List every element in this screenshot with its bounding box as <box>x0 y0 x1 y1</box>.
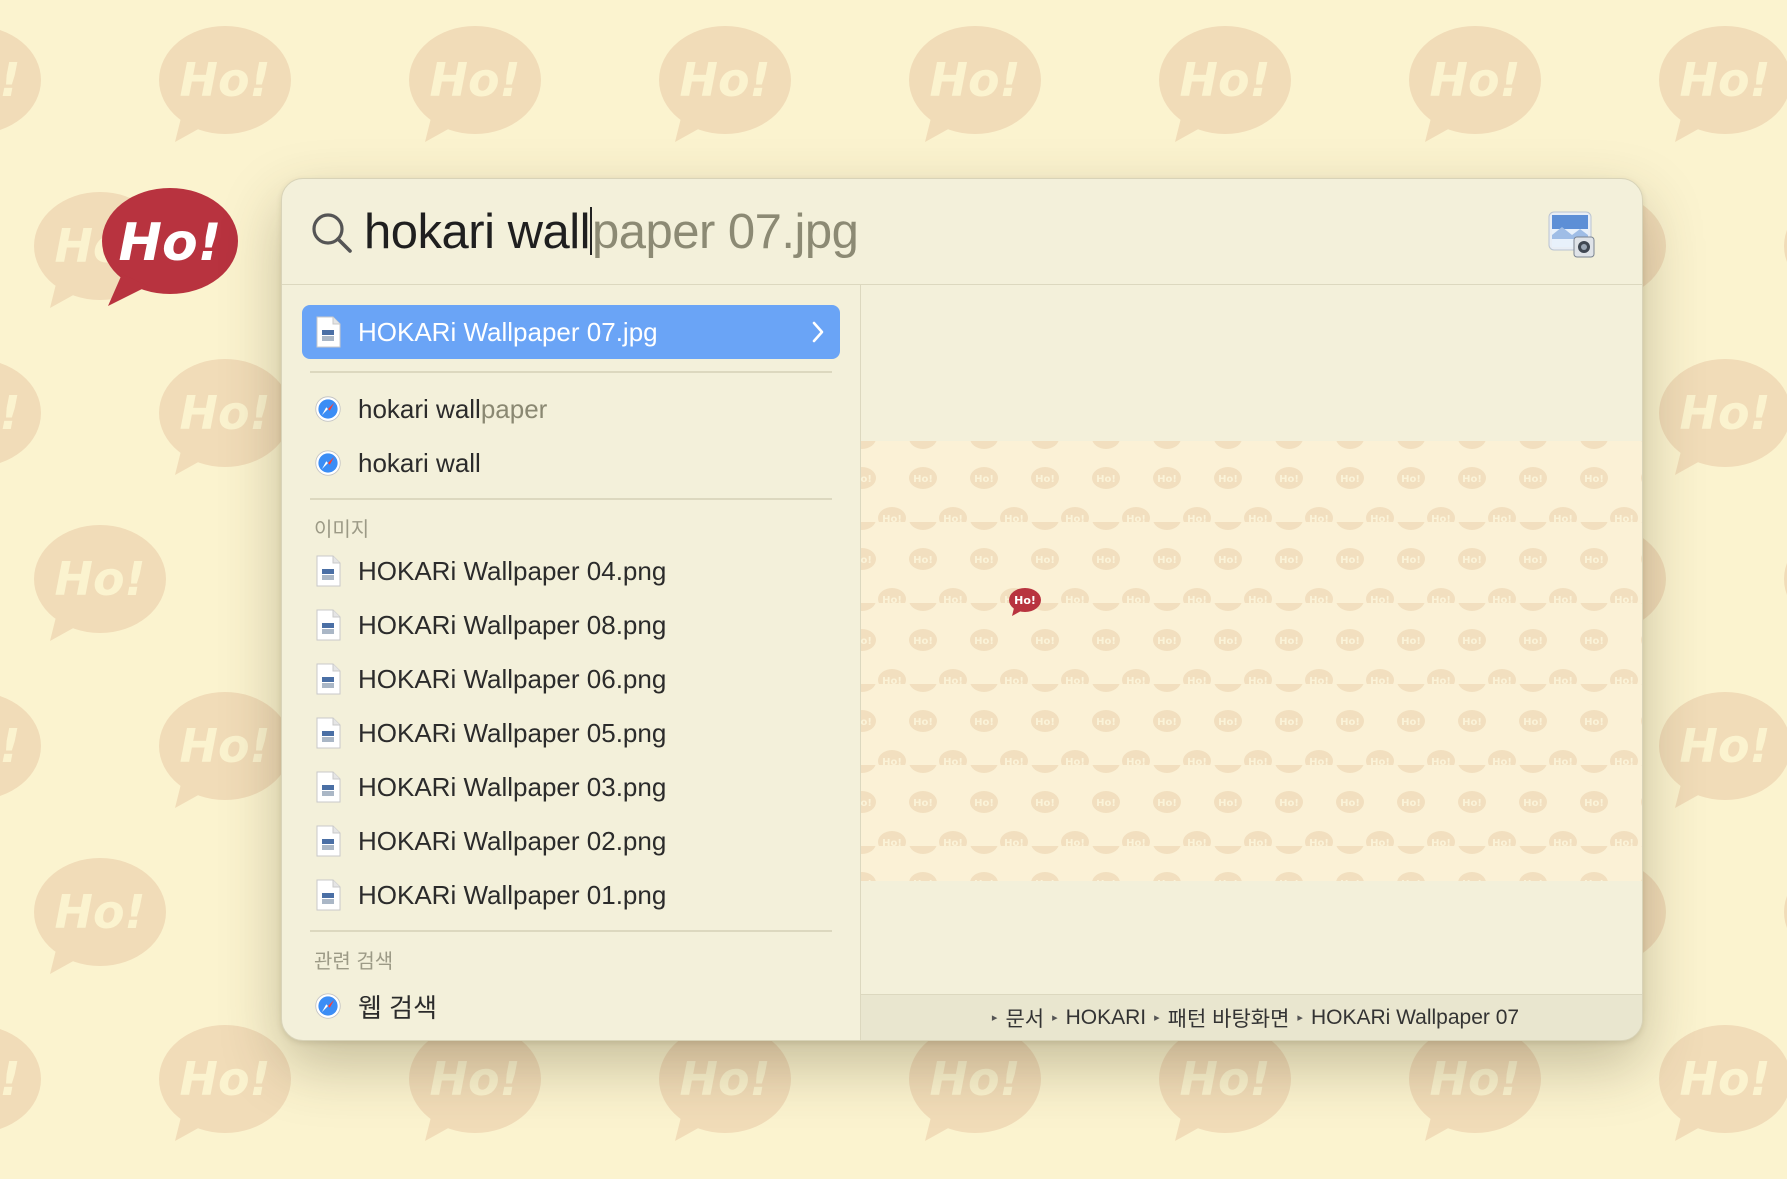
image-result-row[interactable]: HOKARi Wallpaper 05.png <box>302 706 840 760</box>
wallpaper-preview-image: Ho! Ho! Ho! <box>861 441 1642 881</box>
image-file-icon <box>316 555 341 587</box>
top-hit-label: HOKARi Wallpaper 07.jpg <box>358 316 658 347</box>
path-segment[interactable]: 문서 <box>1005 1003 1044 1033</box>
image-result-row[interactable]: HOKARi Wallpaper 03.png <box>302 760 840 814</box>
search-input[interactable]: hokari wallpaper 07.jpg <box>364 201 859 263</box>
section-header-related: 관련 검색 <box>314 951 394 973</box>
image-file-icon <box>316 316 341 348</box>
top-hit-row[interactable]: HOKARi Wallpaper 07.jpg <box>302 305 840 359</box>
search-autocomplete: paper 07.jpg <box>591 205 859 259</box>
hokari-logo: Ho! <box>102 188 238 306</box>
path-bar: ▸ 문서 ▸ HOKARI ▸ 패턴 바탕화면 ▸ HOKARi Wallpap… <box>861 994 1642 1040</box>
web-search-label: 웹 검색 <box>358 992 437 1023</box>
svg-text:Ho!: Ho! <box>1014 594 1036 607</box>
path-separator-icon: ▸ <box>1052 1012 1058 1024</box>
image-result-label: HOKARi Wallpaper 02.png <box>358 825 667 856</box>
image-file-icon <box>316 825 341 857</box>
suggestion-hint: paper <box>480 393 548 424</box>
search-icon <box>312 213 352 253</box>
preview-pane: Ho! Ho! Ho! ▸ 문서 ▸ HOKARI ▸ 패턴 바탕화면 ▸ HO… <box>861 285 1642 1040</box>
spotlight-window: hokari wallpaper 07.jpg HOKARi Wallpaper… <box>281 178 1643 1041</box>
path-separator-icon: ▸ <box>1297 1012 1303 1024</box>
chevron-right-icon <box>812 321 824 343</box>
image-file-icon <box>316 717 341 749</box>
svg-text:Ho!: Ho! <box>119 213 222 273</box>
suggestion-row[interactable]: hokari wallpaper <box>302 382 840 436</box>
image-file-icon <box>316 771 341 803</box>
path-segment[interactable]: 패턴 바탕화면 <box>1168 1003 1290 1033</box>
image-result-label: HOKARi Wallpaper 04.png <box>358 555 667 586</box>
divider <box>310 930 832 932</box>
path-separator-icon: ▸ <box>1154 1012 1160 1024</box>
safari-icon <box>315 396 341 422</box>
divider <box>310 371 832 373</box>
image-file-icon <box>316 663 341 695</box>
safari-icon <box>315 993 341 1019</box>
path-segment[interactable]: HOKARI <box>1066 1006 1147 1030</box>
search-typed-text: hokari wall <box>364 205 590 259</box>
image-result-row[interactable]: HOKARi Wallpaper 06.png <box>302 652 840 706</box>
image-result-row[interactable]: HOKARi Wallpaper 02.png <box>302 814 840 868</box>
image-result-row[interactable]: HOKARi Wallpaper 08.png <box>302 598 840 652</box>
preview-app-icon[interactable] <box>1546 209 1598 261</box>
image-file-icon <box>316 609 341 641</box>
path-separator-icon: ▸ <box>991 1012 998 1024</box>
path-segment[interactable]: HOKARi Wallpaper 07 <box>1311 1006 1519 1030</box>
suggestion-typed: hokari wall <box>358 447 481 478</box>
section-header-images: 이미지 <box>314 519 370 541</box>
image-result-row[interactable]: HOKARi Wallpaper 04.png <box>302 544 840 598</box>
suggestion-typed: hokari wall <box>358 393 481 424</box>
results-list: HOKARi Wallpaper 07.jpg hokari wallpaper <box>282 285 861 1040</box>
image-result-label: HOKARi Wallpaper 03.png <box>358 771 667 802</box>
image-result-label: HOKARi Wallpaper 08.png <box>358 609 667 640</box>
suggestion-row[interactable]: hokari wall <box>302 436 840 490</box>
image-result-label: HOKARi Wallpaper 06.png <box>358 663 667 694</box>
safari-icon <box>315 450 341 476</box>
image-result-label: HOKARi Wallpaper 05.png <box>358 717 667 748</box>
web-search-row[interactable]: 웹 검색 <box>302 979 840 1033</box>
search-bar: hokari wallpaper 07.jpg <box>282 179 1642 285</box>
divider <box>310 498 832 500</box>
image-result-row[interactable]: HOKARi Wallpaper 01.png <box>302 868 840 922</box>
image-result-label: HOKARi Wallpaper 01.png <box>358 879 667 910</box>
image-file-icon <box>316 879 341 911</box>
